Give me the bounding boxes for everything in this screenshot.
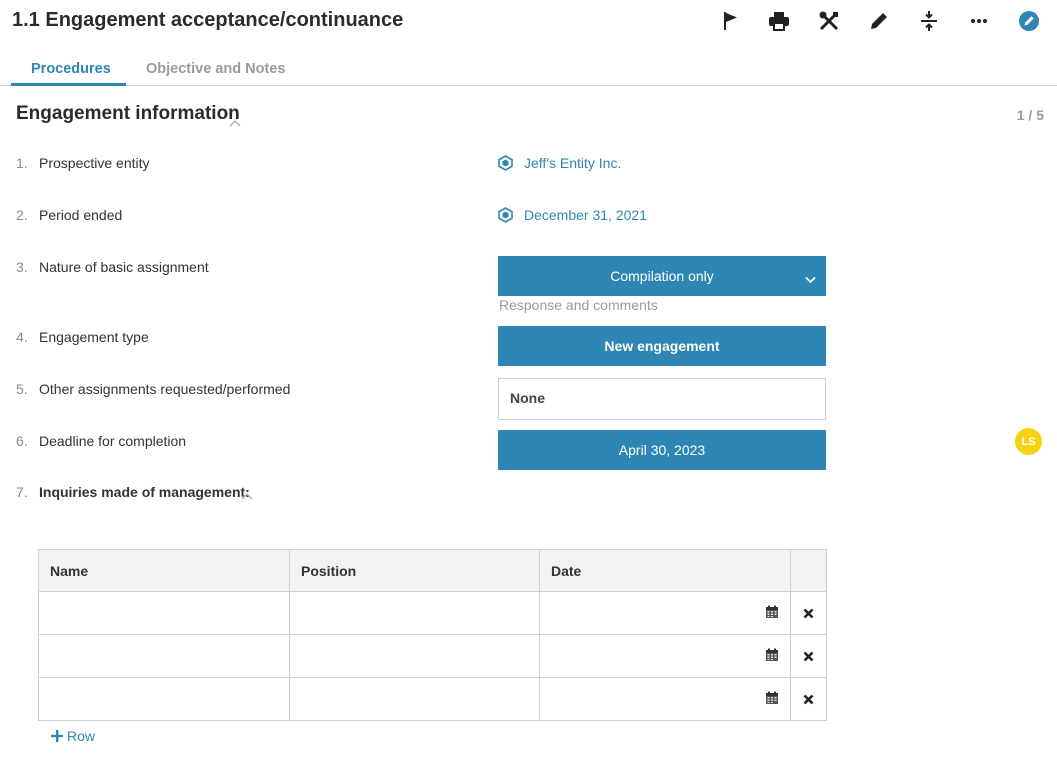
chevron-up-icon[interactable] <box>229 114 241 132</box>
name-cell[interactable] <box>38 591 290 635</box>
close-icon[interactable] <box>791 678 826 720</box>
add-row-label: Row <box>67 728 96 744</box>
table-header-row: Name Position Date <box>38 549 827 592</box>
flag-icon[interactable] <box>717 8 743 34</box>
page-header: 1.1 Engagement acceptance/continuance <box>0 0 1057 44</box>
add-row-button[interactable]: Row <box>51 728 95 744</box>
pencil-icon[interactable] <box>866 8 892 34</box>
delete-cell <box>790 591 827 635</box>
tab-objective-and-notes[interactable]: Objective and Notes <box>146 61 285 77</box>
deadline-date-button[interactable]: April 30, 2023 <box>498 430 826 470</box>
column-header-name: Name <box>38 549 290 592</box>
question-label-engagement-type: Engagement type <box>39 329 149 345</box>
engagement-type-button[interactable]: New engagement <box>498 326 826 366</box>
calendar-icon[interactable] <box>765 691 779 710</box>
position-cell[interactable] <box>289 591 540 635</box>
inquiries-table: Name Position Date <box>38 549 827 721</box>
edit-circle-icon[interactable] <box>1016 8 1042 34</box>
table-row <box>38 634 827 678</box>
question-number: 7. <box>16 484 28 500</box>
delete-cell <box>790 677 827 721</box>
tab-procedures[interactable]: Procedures <box>31 61 111 77</box>
question-label-prospective-entity: Prospective entity <box>39 155 150 171</box>
question-label-deadline: Deadline for completion <box>39 433 187 449</box>
position-cell[interactable] <box>289 634 540 678</box>
question-number: 6. <box>16 433 28 449</box>
tools-icon[interactable] <box>816 8 842 34</box>
nature-of-assignment-dropdown[interactable]: Compilation only <box>498 256 826 296</box>
answer-prospective-entity[interactable]: Jeff's Entity Inc. <box>498 155 621 171</box>
dropdown-value: Compilation only <box>610 268 714 284</box>
other-assignments-field[interactable]: None <box>498 378 826 420</box>
section-pager: 1 / 5 <box>1016 107 1044 123</box>
question-number: 1. <box>16 155 28 171</box>
delete-cell <box>790 634 827 678</box>
question-number: 5. <box>16 381 28 397</box>
position-cell[interactable] <box>289 677 540 721</box>
date-cell[interactable] <box>539 634 791 678</box>
answer-text: December 31, 2021 <box>524 207 647 223</box>
active-tab-indicator <box>11 83 126 86</box>
tab-bar: Procedures Objective and Notes <box>0 56 1057 86</box>
question-number: 3. <box>16 259 28 275</box>
close-icon[interactable] <box>791 592 826 634</box>
avatar[interactable]: LS <box>1015 428 1042 455</box>
date-cell[interactable] <box>539 677 791 721</box>
answer-text: Jeff's Entity Inc. <box>524 155 622 171</box>
name-cell[interactable] <box>38 634 290 678</box>
plus-icon <box>51 730 63 742</box>
calendar-icon[interactable] <box>765 605 779 624</box>
answer-period-ended[interactable]: December 31, 2021 <box>498 207 647 223</box>
column-header-position: Position <box>289 549 540 592</box>
chevron-up-icon[interactable] <box>241 487 253 505</box>
question-label-nature-of-assignment: Nature of basic assignment <box>39 259 209 275</box>
print-icon[interactable] <box>766 8 792 34</box>
table-row <box>38 591 827 635</box>
close-icon[interactable] <box>791 635 826 677</box>
column-header-actions <box>790 549 827 592</box>
name-cell[interactable] <box>38 677 290 721</box>
question-label-other-assignments: Other assignments requested/performed <box>39 381 291 397</box>
calendar-icon[interactable] <box>765 648 779 667</box>
hexagon-icon <box>498 207 513 223</box>
chevron-down-icon <box>805 271 816 287</box>
question-number: 4. <box>16 329 28 345</box>
question-label-period-ended: Period ended <box>39 207 123 223</box>
more-icon[interactable] <box>966 8 992 34</box>
collapse-icon[interactable] <box>916 8 942 34</box>
response-and-comments-link[interactable]: Response and comments <box>499 297 658 313</box>
question-number: 2. <box>16 207 28 223</box>
column-header-date: Date <box>539 549 791 592</box>
question-label-inquiries: Inquiries made of management: <box>39 484 250 500</box>
section-title: Engagement information <box>16 103 240 124</box>
hexagon-icon <box>498 155 513 171</box>
table-row <box>38 677 827 721</box>
date-cell[interactable] <box>539 591 791 635</box>
page-title: 1.1 Engagement acceptance/continuance <box>12 9 404 31</box>
